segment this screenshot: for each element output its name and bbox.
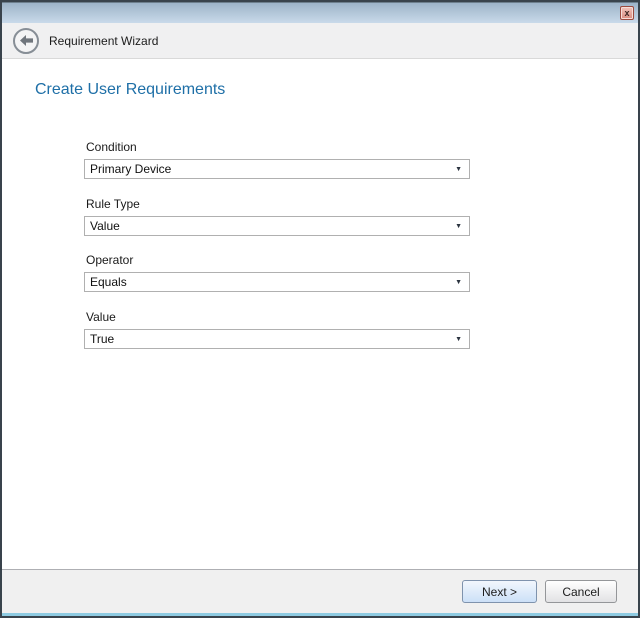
condition-dropdown[interactable]: Primary Device ▼ bbox=[84, 159, 470, 179]
field-group-value: Value True ▼ bbox=[84, 310, 470, 349]
rule-type-selected-value: Value bbox=[90, 219, 120, 233]
value-label: Value bbox=[86, 310, 470, 324]
field-group-condition: Condition Primary Device ▼ bbox=[84, 140, 470, 179]
rule-type-label: Rule Type bbox=[86, 197, 470, 211]
back-arrow-icon bbox=[20, 35, 33, 46]
chevron-down-icon: ▼ bbox=[455, 279, 462, 286]
page-title: Create User Requirements bbox=[35, 81, 225, 99]
wizard-footer: Next > Cancel bbox=[2, 569, 638, 613]
value-selected-value: True bbox=[90, 332, 114, 346]
rule-type-dropdown[interactable]: Value ▼ bbox=[84, 216, 470, 236]
close-button[interactable]: x bbox=[620, 6, 634, 20]
chevron-down-icon: ▼ bbox=[455, 166, 462, 173]
operator-dropdown[interactable]: Equals ▼ bbox=[84, 272, 470, 292]
back-button[interactable] bbox=[13, 28, 39, 54]
condition-label: Condition bbox=[86, 140, 470, 154]
wizard-header: Requirement Wizard bbox=[2, 23, 638, 59]
next-button[interactable]: Next > bbox=[462, 580, 537, 603]
operator-selected-value: Equals bbox=[90, 275, 127, 289]
field-group-operator: Operator Equals ▼ bbox=[84, 253, 470, 292]
field-group-rule-type: Rule Type Value ▼ bbox=[84, 197, 470, 236]
operator-label: Operator bbox=[86, 253, 470, 267]
value-dropdown[interactable]: True ▼ bbox=[84, 329, 470, 349]
condition-selected-value: Primary Device bbox=[90, 162, 171, 176]
cancel-button[interactable]: Cancel bbox=[545, 580, 617, 603]
wizard-title: Requirement Wizard bbox=[49, 34, 158, 48]
bottom-accent-line bbox=[2, 613, 638, 616]
titlebar: x bbox=[2, 2, 638, 23]
chevron-down-icon: ▼ bbox=[455, 223, 462, 230]
chevron-down-icon: ▼ bbox=[455, 336, 462, 343]
wizard-content: Create User Requirements Condition Prima… bbox=[2, 59, 638, 569]
wizard-window: x Requirement Wizard Create User Require… bbox=[0, 0, 640, 618]
